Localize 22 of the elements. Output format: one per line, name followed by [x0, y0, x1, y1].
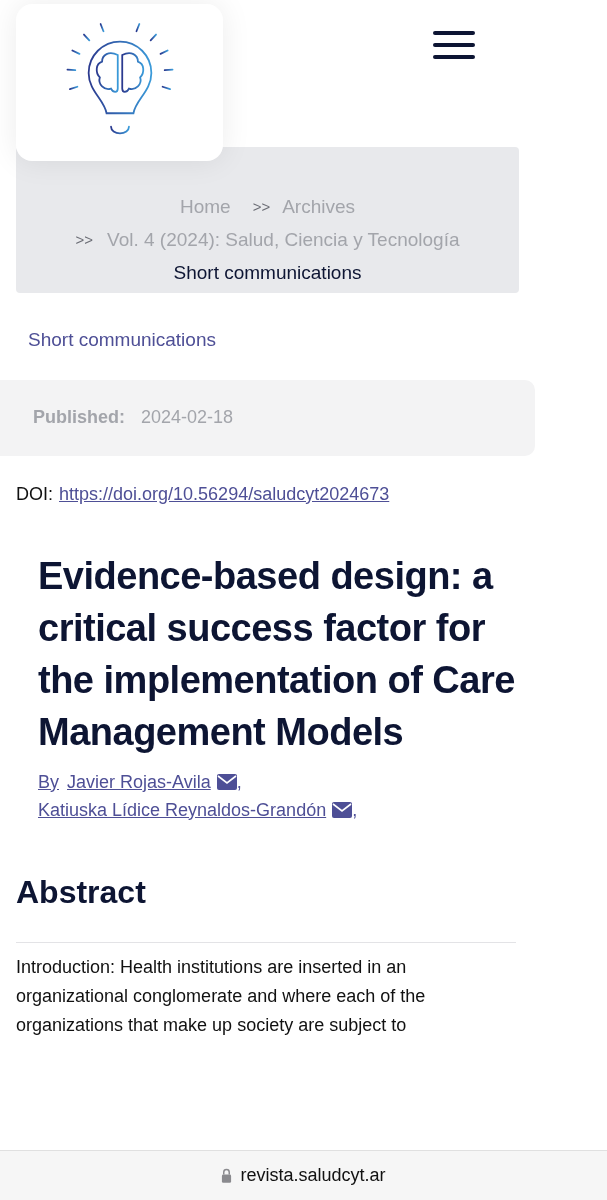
comma: , — [352, 798, 358, 822]
menu-icon[interactable] — [433, 31, 475, 59]
published-date: 2024-02-18 — [141, 406, 234, 429]
comma: , — [236, 770, 242, 794]
byline-prefix: By — [38, 770, 59, 794]
envelope-icon — [332, 801, 353, 818]
article-title: Evidence-based design: a critical success factor for the implementation of Care Management Models — [38, 553, 516, 755]
breadcrumb-current: Short communications — [173, 261, 362, 285]
author-link[interactable]: Javier Rojas-Avila — [67, 767, 211, 796]
url-text: revista.saludcyt.ar — [240, 1164, 386, 1187]
abstract-text: Introduction: Health institutions are inserted in an organizational conglomerate and where each of the organizations that make up society are subject to — [16, 955, 427, 1037]
envelope-icon — [216, 773, 237, 790]
abstract-heading: Abstract — [16, 872, 147, 912]
separator: >> — [75, 229, 94, 250]
author-link[interactable]: Katiuska Lídice Reynaldos-Grandón — [38, 795, 327, 824]
published-label: Published: — [33, 406, 125, 429]
logo-card[interactable] — [16, 4, 223, 161]
separator: >> — [252, 196, 271, 217]
doi-label: DOI: — [16, 482, 53, 506]
lock-icon — [221, 1168, 233, 1183]
doi-link[interactable]: https://doi.org/10.56294/saludcyt2024673 — [59, 480, 390, 508]
section-link[interactable]: Short communications — [28, 326, 607, 355]
